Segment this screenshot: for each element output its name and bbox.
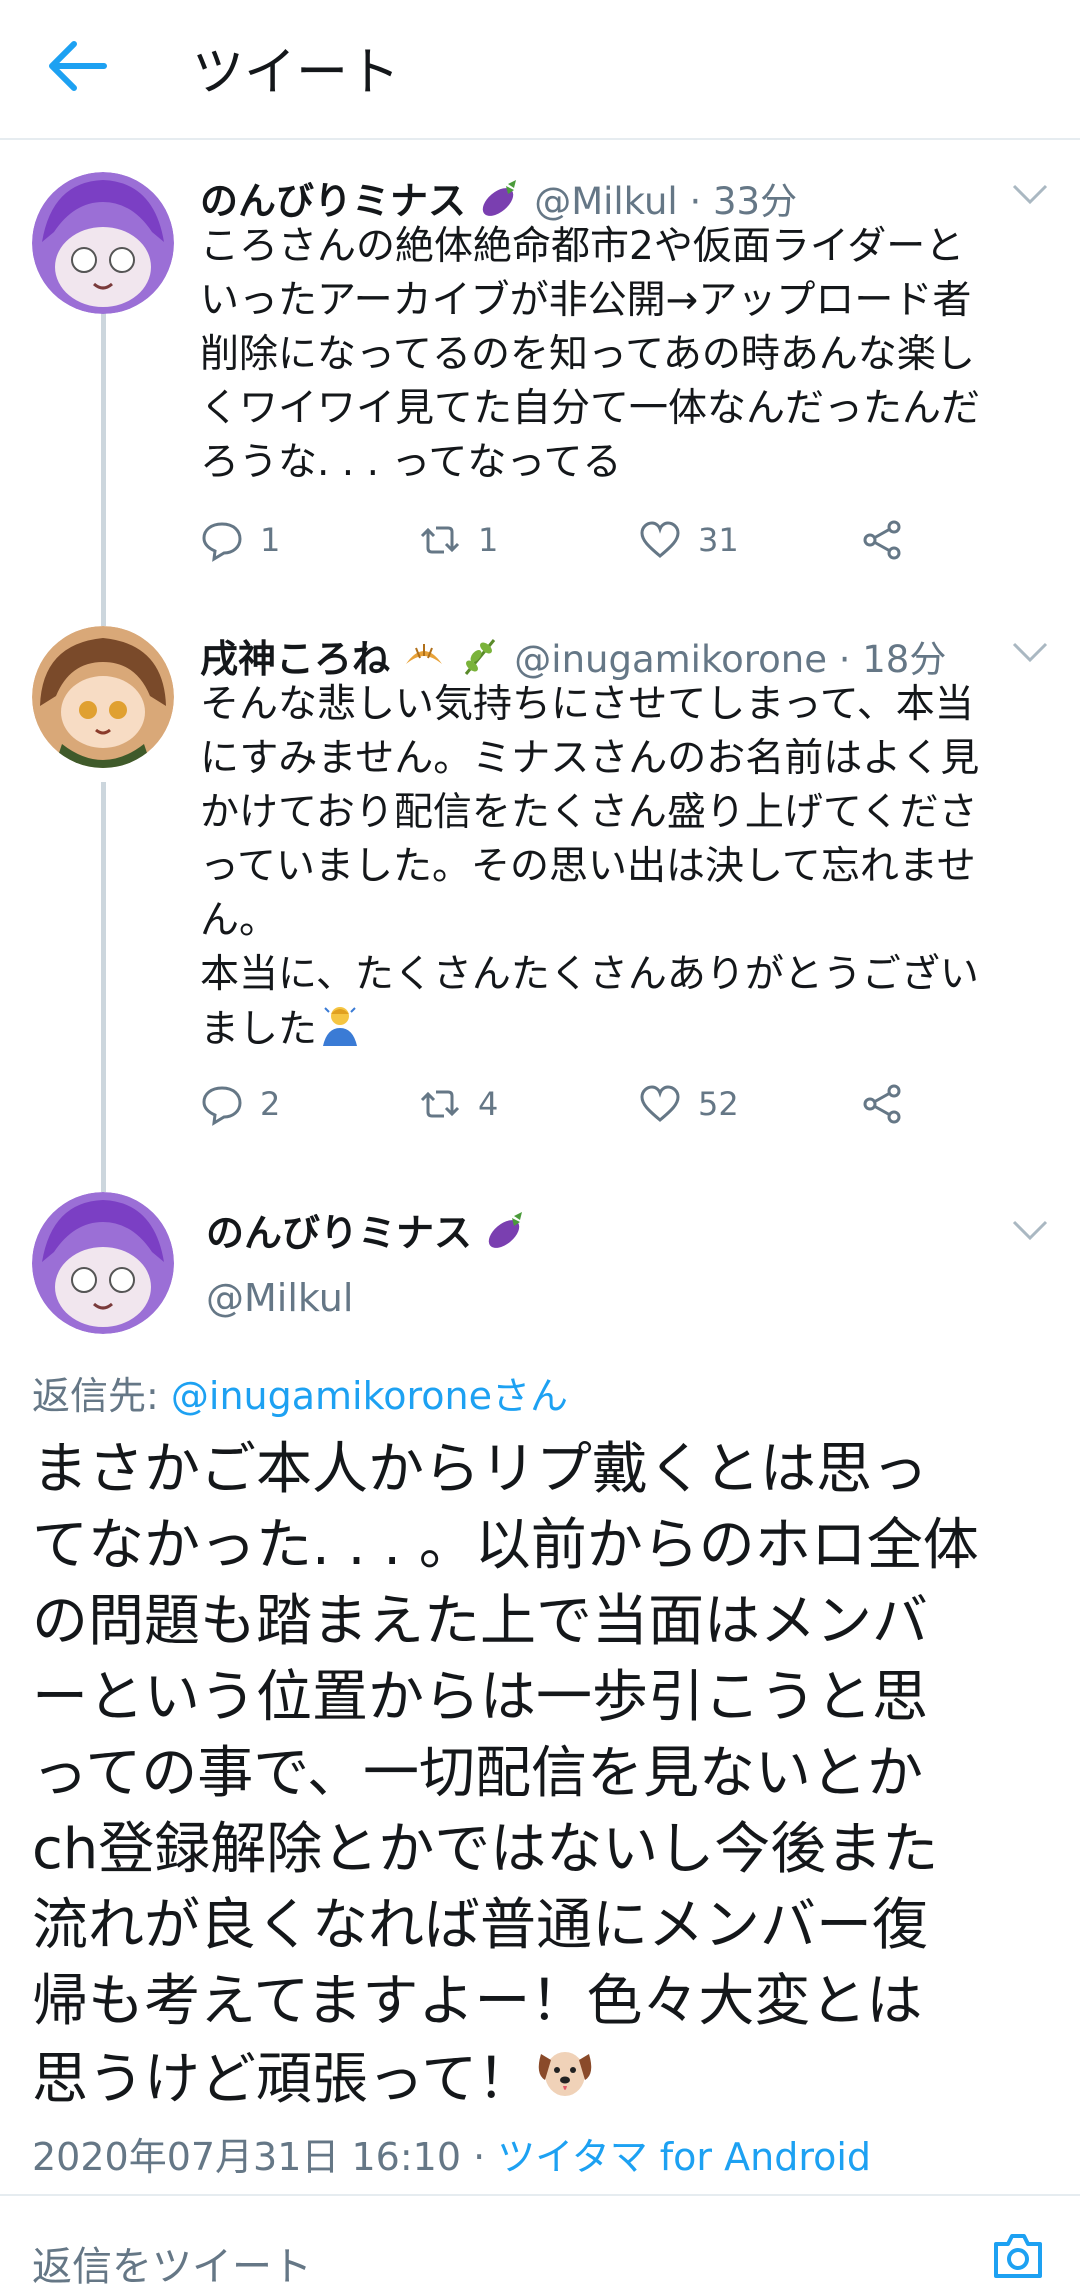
main-tweet-text: まさかご本人からリプ戴くとは思っ てなかった. . . 。以前からのホロ全体 の… [32, 1432, 1052, 2124]
tweet-text: ころさんの絶体絶命都市2や仮面ライダーと いったアーカイブが非公開→アップロード… [200, 224, 981, 485]
like-button[interactable]: 52 [638, 1082, 739, 1126]
reply-button[interactable]: 1 [200, 518, 280, 562]
tweet-actions: 1 1 31 [200, 518, 920, 572]
share-button[interactable] [860, 518, 904, 562]
reply-composer[interactable]: 返信をツイート [0, 2194, 1080, 2296]
retweet-button[interactable]: 4 [418, 1082, 498, 1126]
reply-count: 2 [260, 1085, 281, 1123]
reply-icon [202, 522, 242, 562]
chevron-down-icon[interactable] [1010, 1218, 1050, 1244]
retweet-button[interactable]: 1 [418, 518, 498, 562]
share-button[interactable] [860, 1082, 904, 1126]
source-link[interactable]: ツイタマ for Android [497, 2135, 871, 2179]
tweet-text: そんな悲しい気持ちにさせてしまって、本当 にすみません。ミナスさんのお名前はよく… [200, 678, 1050, 1063]
display-name[interactable]: 戌神ころね [200, 637, 390, 681]
tweet-timestamp: 2020年07月31日 16:10 · ツイタマ for Android [32, 2126, 871, 2181]
tweet-actions: 2 4 52 [200, 1082, 920, 1136]
heart-icon [640, 1085, 680, 1122]
heart-icon [640, 521, 680, 558]
avatar[interactable] [32, 1192, 174, 1334]
reply-count: 1 [260, 521, 281, 559]
camera-icon[interactable] [990, 2230, 1046, 2282]
like-button[interactable]: 31 [638, 518, 739, 562]
reply-to-label: 返信先: [32, 1374, 171, 1418]
reply-to-link[interactable]: @inugamikoroneさん [171, 1374, 568, 1418]
display-name[interactable]: のんびりミナス [200, 179, 466, 223]
retweet-icon [420, 1090, 460, 1118]
thread-line [101, 782, 106, 1192]
handle-and-time: @inugamikorone · 18分 [514, 638, 947, 681]
retweet-count: 4 [478, 1085, 499, 1123]
chevron-down-icon[interactable] [1010, 182, 1050, 208]
reply-button[interactable]: 2 [200, 1082, 280, 1126]
avatar[interactable] [32, 626, 174, 768]
share-icon [863, 520, 901, 560]
like-count: 52 [698, 1085, 739, 1123]
page-title: ツイート [192, 43, 401, 103]
handle-and-time: @Milkul · 33分 [534, 180, 798, 223]
top-bar: ツイート [0, 0, 1080, 140]
timestamp-text: 2020年07月31日 16:10 · [32, 2135, 498, 2179]
retweet-count: 1 [478, 521, 499, 559]
retweet-icon [420, 526, 460, 554]
back-arrow-icon[interactable] [44, 38, 110, 94]
like-count: 31 [698, 521, 739, 559]
reply-input[interactable]: 返信をツイート [32, 2234, 312, 2292]
share-icon [863, 1084, 901, 1124]
chevron-down-icon[interactable] [1010, 640, 1050, 666]
eggplant-icon [484, 1208, 528, 1261]
author-handle[interactable]: @Milkul [206, 1276, 353, 1320]
bowing-person-icon [317, 1002, 363, 1063]
avatar[interactable] [32, 172, 174, 314]
author-name[interactable]: のんびりミナス [206, 1202, 528, 1261]
reply-icon [202, 1086, 242, 1126]
reply-to-line: 返信先: @inugamikoroneさん [32, 1365, 568, 1420]
dog-face-icon [533, 2040, 597, 2124]
